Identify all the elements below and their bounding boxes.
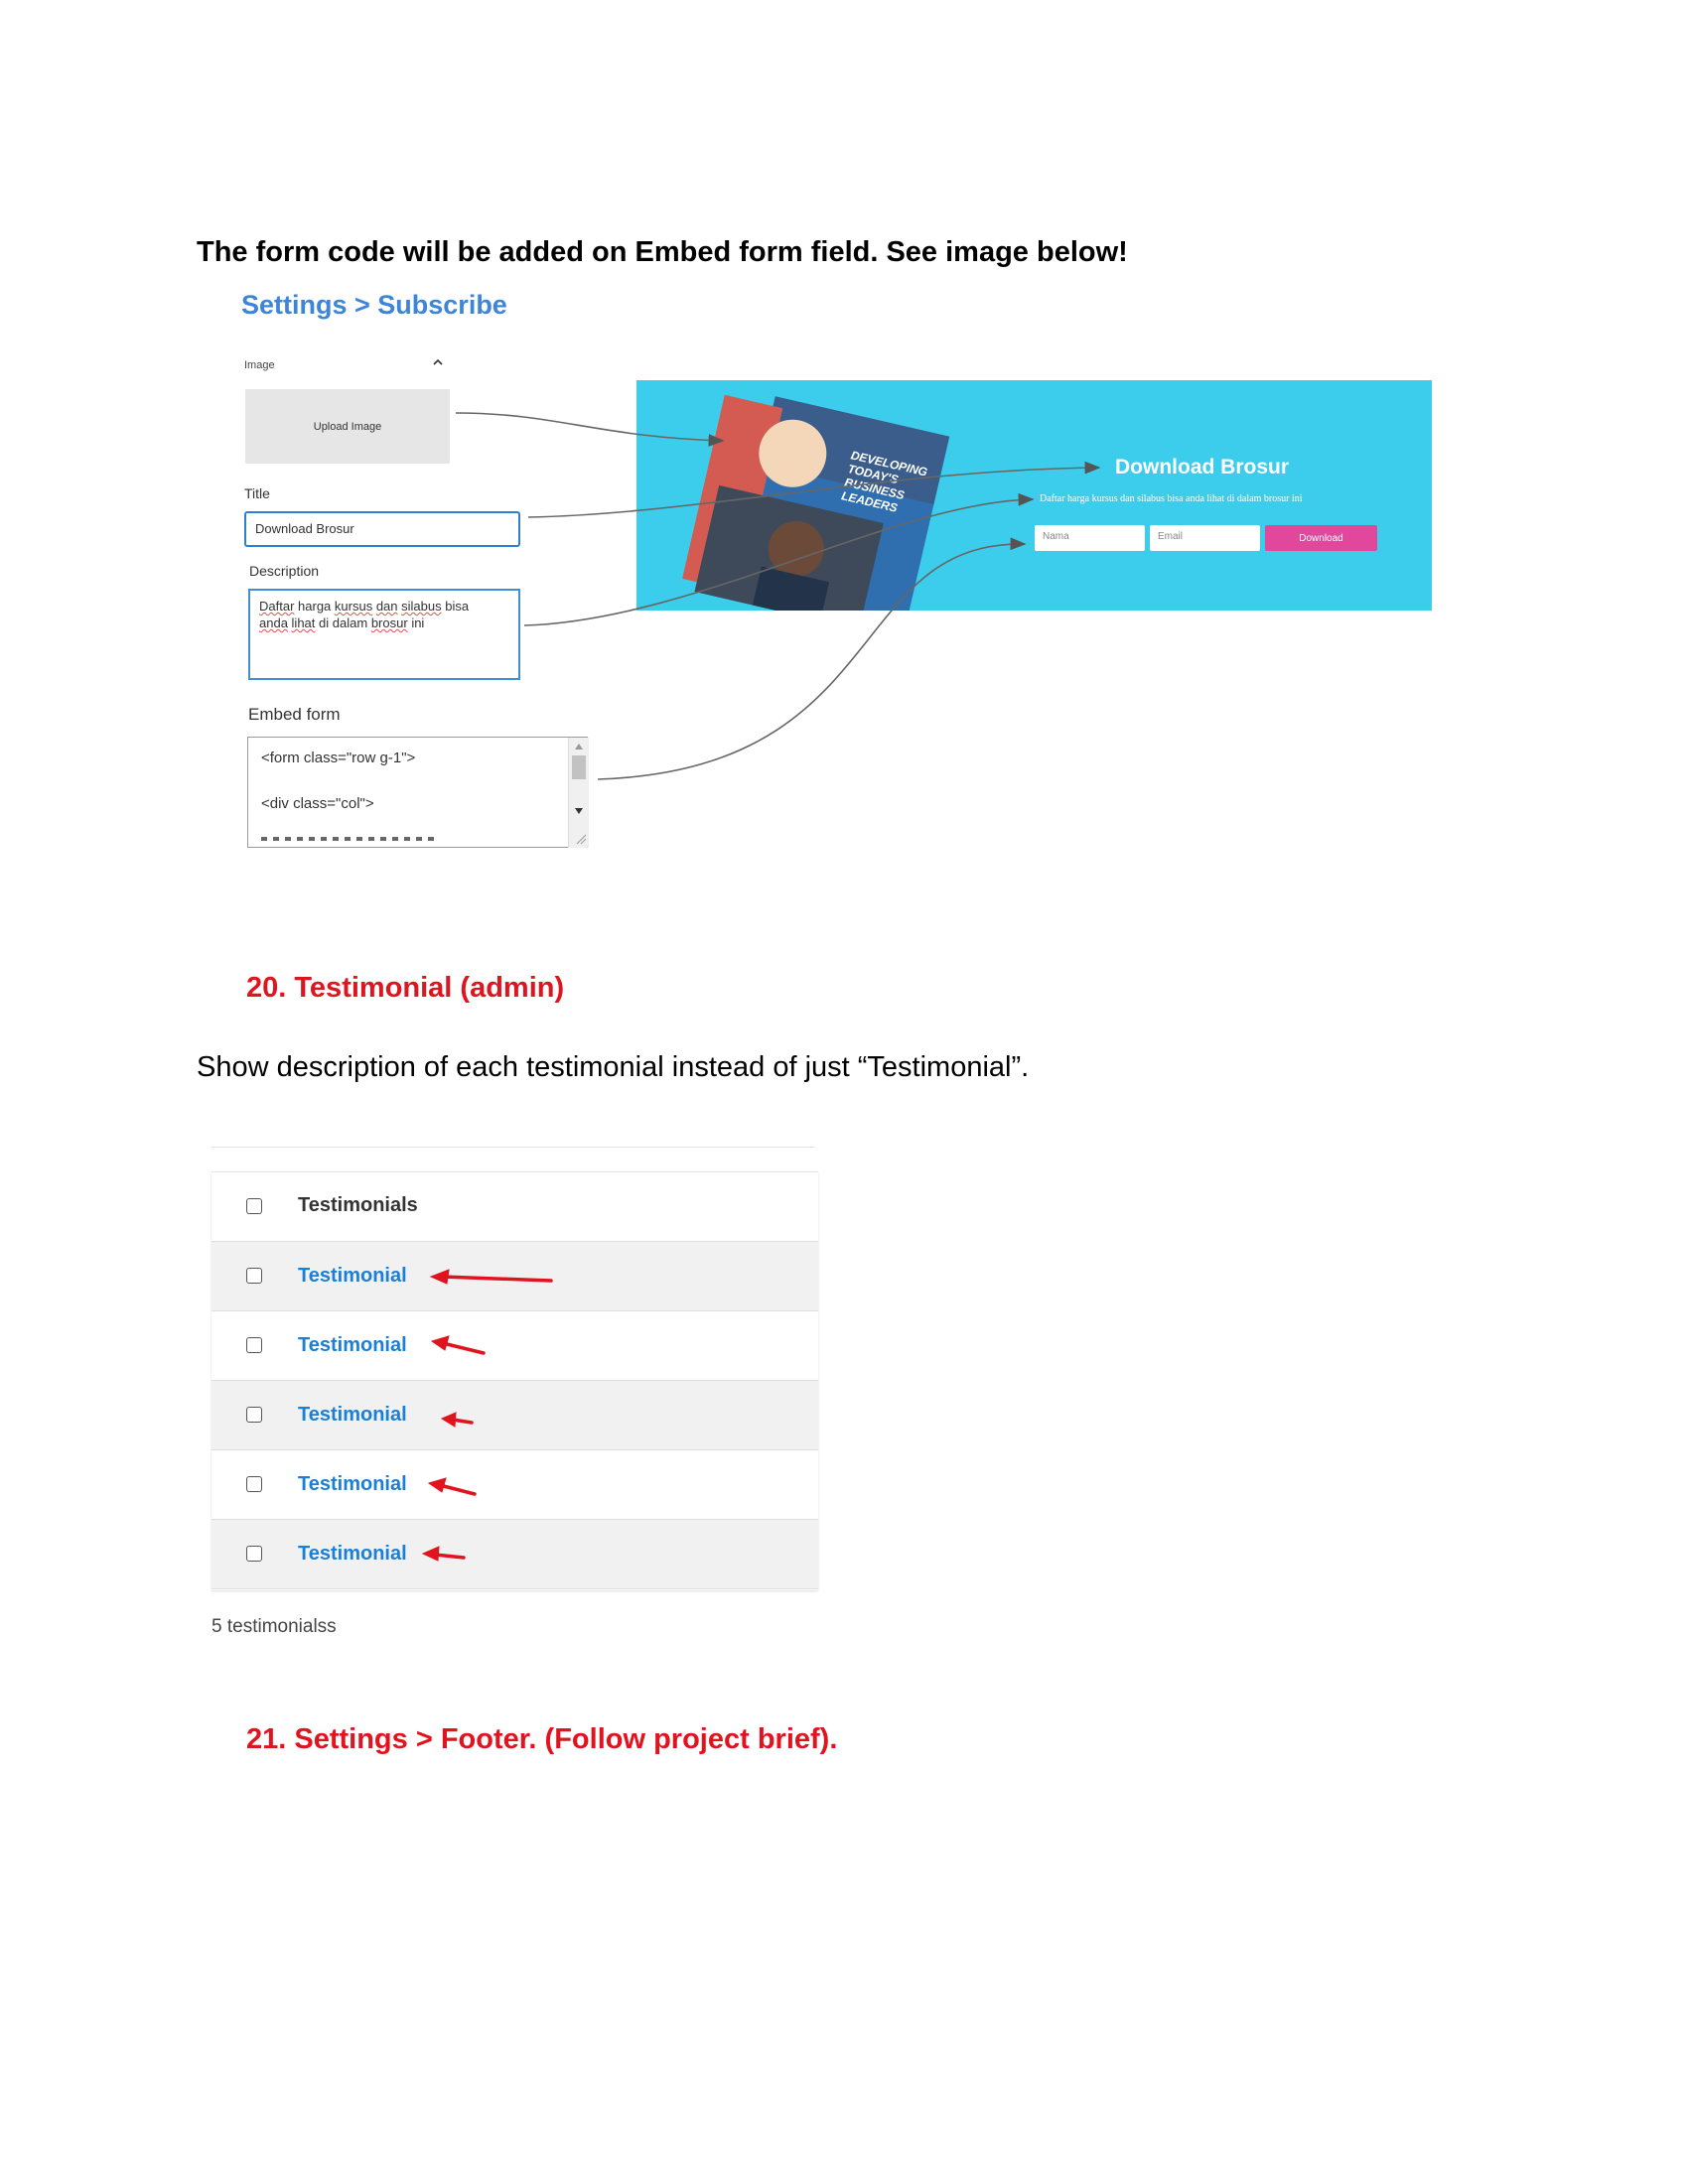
section-21-heading: 21. Settings > Footer. (Follow project b… (246, 1723, 838, 1755)
red-arrow-icon (421, 1546, 440, 1562)
divider (211, 1147, 815, 1148)
section-20-body: Show description of each testimonial ins… (197, 1051, 1030, 1083)
red-arrow-icon (430, 1335, 450, 1351)
testimonial-count: 5 testimonialss (211, 1616, 337, 1637)
red-arrow-icon (427, 1477, 447, 1493)
annotation-arrows (421, 1269, 553, 1562)
section-20-heading: 20. Testimonial (admin) (246, 972, 565, 1004)
red-arrow-icon (440, 1412, 457, 1428)
connector-arrows (455, 412, 1101, 780)
red-arrow-icon (429, 1269, 450, 1285)
